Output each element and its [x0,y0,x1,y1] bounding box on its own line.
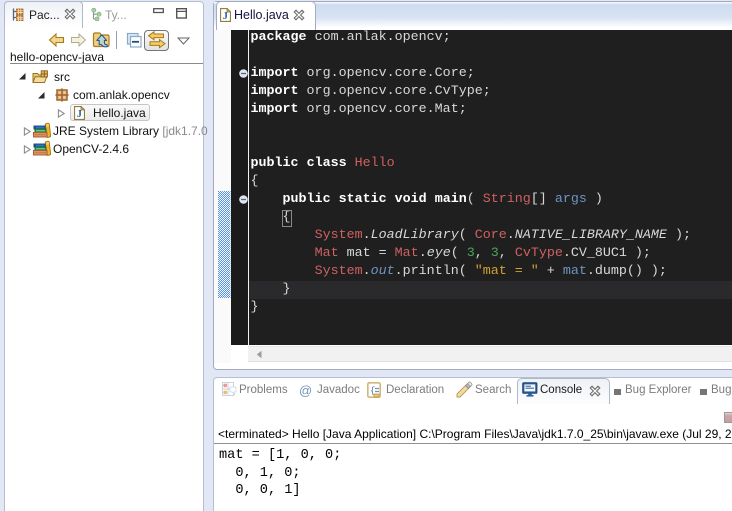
svg-text:J: J [77,109,82,120]
svg-text:J: J [223,11,228,22]
